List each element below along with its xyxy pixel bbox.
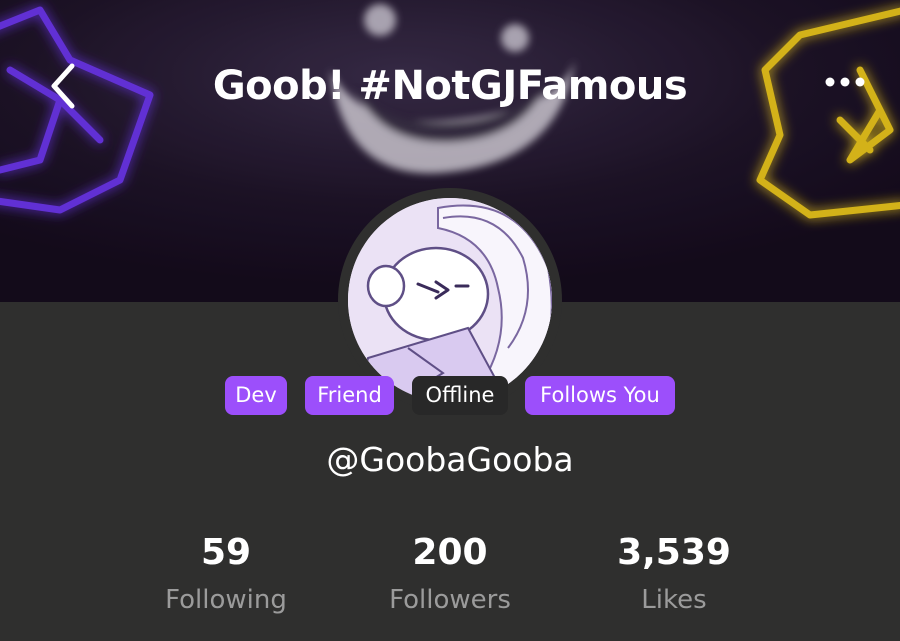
stat-following-value: 59 bbox=[200, 532, 252, 573]
top-bar: Goob! #NotGJFamous bbox=[0, 0, 900, 180]
badge-dev: Dev bbox=[225, 376, 287, 415]
stat-following[interactable]: 59 Following bbox=[116, 530, 336, 620]
page-title: Goob! #NotGJFamous bbox=[212, 63, 688, 109]
more-horizontal-icon bbox=[825, 77, 865, 87]
badge-friend: Friend bbox=[305, 376, 394, 415]
stat-likes-value: 3,539 bbox=[617, 532, 731, 573]
profile-badges: Dev Friend Offline Follows You bbox=[0, 376, 900, 416]
badge-follows-you: Follows You bbox=[525, 376, 675, 415]
profile-page: Goob! #NotGJFamous Dev Friend Offline Fo… bbox=[0, 0, 900, 641]
stat-followers[interactable]: 200 Followers bbox=[340, 530, 560, 620]
badge-offline: Offline bbox=[412, 376, 508, 415]
avatar[interactable] bbox=[348, 198, 552, 402]
avatar-image bbox=[348, 198, 552, 402]
stat-likes[interactable]: 3,539 Likes bbox=[564, 530, 784, 620]
stat-likes-label: Likes bbox=[641, 585, 707, 615]
username: @GoobaGooba bbox=[326, 440, 574, 479]
stat-following-label: Following bbox=[165, 585, 287, 615]
more-options-button[interactable] bbox=[818, 62, 878, 102]
stat-followers-label: Followers bbox=[389, 585, 511, 615]
stat-followers-value: 200 bbox=[412, 532, 488, 573]
